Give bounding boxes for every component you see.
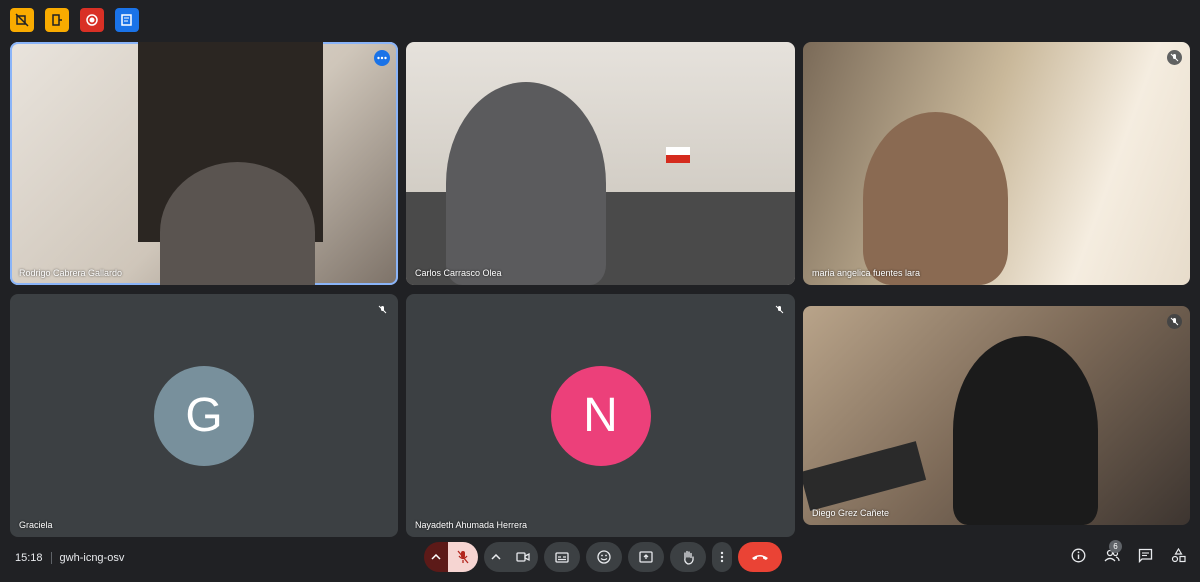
person — [446, 82, 606, 285]
no-video-icon[interactable] — [10, 8, 34, 32]
meeting-info: 15:18 gwh-icng-osv — [15, 552, 124, 564]
more-options-icon[interactable] — [374, 50, 390, 66]
flag — [666, 147, 690, 163]
mic-off-icon — [1167, 50, 1182, 65]
raise-hand-button[interactable] — [670, 542, 706, 572]
call-controls — [424, 542, 782, 572]
chat-button[interactable] — [1138, 548, 1153, 563]
activities-button[interactable] — [1171, 548, 1186, 563]
emoji-button[interactable] — [586, 542, 622, 572]
side-controls: 6 — [1071, 539, 1186, 563]
avatar: G — [154, 365, 254, 466]
participant-name: Carlos Carrasco Olea — [415, 268, 502, 278]
more-options-button[interactable] — [712, 542, 732, 572]
meeting-code: gwh-icng-osv — [59, 552, 125, 564]
participant-name: Graciela — [19, 520, 53, 530]
participant-tile[interactable]: Rodrigo Cabrera Gallardo — [10, 42, 398, 285]
participant-tile[interactable]: Carlos Carrasco Olea — [406, 42, 795, 285]
divider — [50, 552, 52, 564]
exit-icon[interactable] — [45, 8, 69, 32]
bottom-bar: 15:18 gwh-icng-osv 6 — [0, 538, 1200, 582]
mic-off-icon — [1167, 314, 1182, 329]
notes-icon[interactable] — [115, 8, 139, 32]
person — [863, 112, 1008, 285]
participant-tile[interactable]: maria angelica fuentes lara — [803, 42, 1190, 285]
camera-toggle-button[interactable] — [508, 542, 538, 572]
leave-call-button[interactable] — [738, 542, 782, 572]
person — [953, 336, 1098, 525]
captions-button[interactable] — [544, 542, 580, 572]
avatar: N — [550, 365, 651, 466]
meeting-details-button[interactable] — [1071, 548, 1086, 563]
camera-options-button[interactable] — [484, 542, 508, 572]
top-toolbar — [10, 8, 139, 32]
clock-time: 15:18 — [15, 552, 43, 564]
present-screen-button[interactable] — [628, 542, 664, 572]
people-count-badge: 6 — [1109, 539, 1122, 553]
participant-name: Nayadeth Ahumada Herrera — [415, 520, 528, 530]
participant-name: Diego Grez Cañete — [812, 508, 890, 518]
record-icon[interactable] — [80, 8, 104, 32]
mic-group — [424, 542, 478, 572]
camera-group — [484, 542, 538, 572]
participant-tile[interactable]: N Nayadeth Ahumada Herrera — [406, 294, 795, 537]
participant-tile[interactable]: G Graciela — [10, 294, 398, 537]
participant-name: maria angelica fuentes lara — [812, 268, 921, 278]
microphone — [803, 441, 927, 511]
mic-off-icon — [375, 302, 390, 317]
mic-off-icon — [772, 302, 787, 317]
participant-tile[interactable]: Diego Grez Cañete — [803, 306, 1190, 525]
mic-options-button[interactable] — [424, 542, 448, 572]
people-button[interactable]: 6 — [1104, 539, 1122, 563]
mic-toggle-button[interactable] — [448, 542, 478, 572]
participant-name: Rodrigo Cabrera Gallardo — [19, 268, 123, 278]
